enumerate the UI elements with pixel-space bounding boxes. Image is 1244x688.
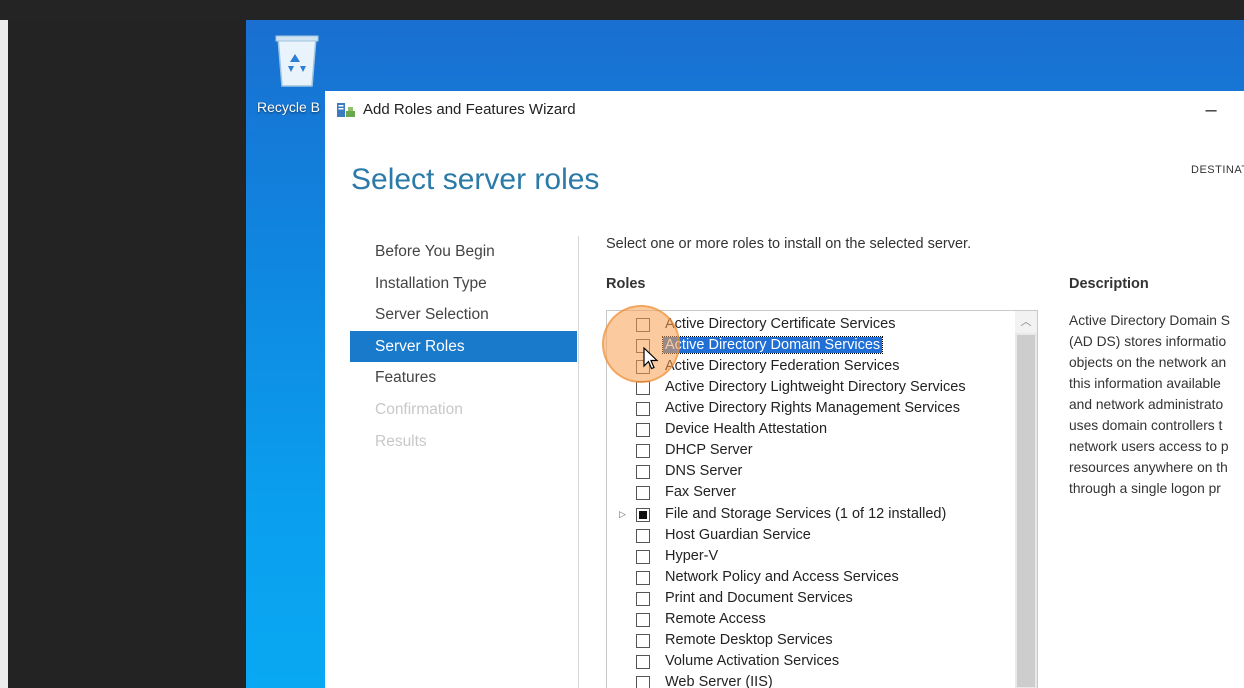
role-label[interactable]: Print and Document Services bbox=[663, 590, 855, 606]
mouse-pointer-icon bbox=[643, 347, 659, 370]
role-label[interactable]: Active Directory Federation Services bbox=[663, 358, 902, 374]
role-label[interactable]: Hyper-V bbox=[663, 548, 720, 564]
role-label[interactable]: Active Directory Rights Management Servi… bbox=[663, 400, 962, 416]
role-row-ad-rights[interactable]: Active Directory Rights Management Servi… bbox=[607, 399, 1007, 420]
destination-server-label: DESTINAT bbox=[1191, 164, 1244, 176]
description-line: uses domain controllers t bbox=[1069, 418, 1223, 433]
nav-divider bbox=[578, 236, 579, 688]
scrollbar-thumb[interactable] bbox=[1017, 335, 1035, 687]
recycle-bin-label[interactable]: Recycle B bbox=[257, 99, 327, 115]
role-row-remote-desktop[interactable]: Remote Desktop Services bbox=[607, 631, 1007, 652]
description-header: Description bbox=[1069, 276, 1149, 292]
page-title: Select server roles bbox=[351, 163, 600, 196]
nav-item-server-roles[interactable]: Server Roles bbox=[350, 330, 577, 363]
role-checkbox[interactable] bbox=[636, 592, 650, 606]
role-checkbox[interactable] bbox=[636, 465, 650, 479]
nav-item-installation-type[interactable]: Installation Type bbox=[350, 268, 577, 300]
role-label[interactable]: DNS Server bbox=[663, 463, 744, 479]
description-line: and network administrato bbox=[1069, 397, 1224, 412]
description-line: resources anywhere on th bbox=[1069, 460, 1228, 475]
role-row-network-policy[interactable]: Network Policy and Access Services bbox=[607, 568, 1007, 589]
role-checkbox[interactable] bbox=[636, 550, 650, 564]
title-bar[interactable]: Add Roles and Features Wizard – bbox=[325, 91, 1244, 130]
nav-item-results: Results bbox=[375, 432, 427, 450]
role-label[interactable]: File and Storage Services (1 of 12 insta… bbox=[663, 506, 948, 522]
description-line: through a single logon pr bbox=[1069, 481, 1221, 496]
wizard-nav: Before You Begin Installation Type Serve… bbox=[350, 236, 577, 457]
left-dark-panel bbox=[0, 20, 246, 688]
wizard-window: Add Roles and Features Wizard – Select s… bbox=[325, 91, 1244, 688]
role-row-device-health[interactable]: Device Health Attestation bbox=[607, 420, 1007, 441]
roles-scrollbar[interactable]: ︿ bbox=[1015, 311, 1037, 688]
role-row-dhcp[interactable]: DHCP Server bbox=[607, 441, 1007, 462]
role-row-web-server[interactable]: Web Server (IIS) bbox=[607, 673, 1007, 688]
role-row-remote-access[interactable]: Remote Access bbox=[607, 610, 1007, 631]
description-text: Active Directory Domain S (AD DS) stores… bbox=[1069, 310, 1244, 499]
role-checkbox[interactable] bbox=[636, 529, 650, 543]
role-checkbox[interactable] bbox=[636, 381, 650, 395]
description-line: this information available bbox=[1069, 376, 1221, 391]
minimize-button[interactable]: – bbox=[1199, 97, 1223, 123]
role-label[interactable]: Device Health Attestation bbox=[663, 421, 829, 437]
instruction-text: Select one or more roles to install on t… bbox=[606, 236, 972, 252]
description-line: Active Directory Domain S bbox=[1069, 313, 1231, 328]
click-highlight-indicator bbox=[602, 305, 680, 383]
nav-item-before-you-begin[interactable]: Before You Begin bbox=[350, 236, 577, 268]
description-line: objects on the network an bbox=[1069, 355, 1227, 370]
role-checkbox[interactable] bbox=[636, 613, 650, 627]
role-label[interactable]: Fax Server bbox=[663, 484, 738, 500]
nav-item-features[interactable]: Features bbox=[350, 362, 577, 394]
role-label[interactable]: Network Policy and Access Services bbox=[663, 569, 901, 585]
role-label[interactable]: Host Guardian Service bbox=[663, 527, 813, 543]
role-checkbox[interactable] bbox=[636, 655, 650, 669]
role-label[interactable]: DHCP Server bbox=[663, 442, 755, 458]
role-label[interactable]: Active Directory Certificate Services bbox=[663, 316, 897, 332]
server-manager-icon bbox=[337, 103, 355, 117]
description-line: network users access to p bbox=[1069, 439, 1229, 454]
role-label[interactable]: Active Directory Lightweight Directory S… bbox=[663, 379, 968, 395]
role-row-host-guardian[interactable]: Host Guardian Service bbox=[607, 526, 1007, 547]
nav-item-confirmation: Confirmation bbox=[375, 400, 463, 418]
role-checkbox[interactable] bbox=[636, 634, 650, 648]
role-checkbox[interactable] bbox=[636, 423, 650, 437]
role-label[interactable]: Web Server (IIS) bbox=[663, 674, 775, 688]
role-row-file-storage[interactable]: ▷ File and Storage Services (1 of 12 ins… bbox=[607, 505, 1007, 526]
role-row-hyper-v[interactable]: Hyper-V bbox=[607, 547, 1007, 568]
top-bar bbox=[0, 0, 1244, 20]
role-label[interactable]: Remote Access bbox=[663, 611, 768, 627]
expand-triangle-icon[interactable]: ▷ bbox=[619, 509, 626, 520]
roles-header: Roles bbox=[606, 276, 646, 292]
window-title: Add Roles and Features Wizard bbox=[363, 101, 576, 118]
role-checkbox[interactable] bbox=[636, 676, 650, 688]
role-checkbox[interactable] bbox=[636, 571, 650, 585]
nav-item-server-selection[interactable]: Server Selection bbox=[350, 299, 577, 331]
role-row-volume-activation[interactable]: Volume Activation Services bbox=[607, 652, 1007, 673]
recycle-bin-icon[interactable] bbox=[272, 32, 322, 88]
role-row-print-document[interactable]: Print and Document Services bbox=[607, 589, 1007, 610]
role-checkbox[interactable] bbox=[636, 402, 650, 416]
description-line: (AD DS) stores informatio bbox=[1069, 334, 1227, 349]
role-label[interactable]: Volume Activation Services bbox=[663, 653, 841, 669]
role-label[interactable]: Remote Desktop Services bbox=[663, 632, 835, 648]
role-checkbox[interactable] bbox=[636, 508, 650, 522]
role-row-ad-lightweight[interactable]: Active Directory Lightweight Directory S… bbox=[607, 378, 1007, 399]
left-edge bbox=[0, 0, 8, 688]
role-checkbox[interactable] bbox=[636, 444, 650, 458]
role-label[interactable]: Active Directory Domain Services bbox=[661, 336, 884, 354]
role-row-fax[interactable]: Fax Server bbox=[607, 483, 1007, 504]
role-row-dns[interactable]: DNS Server bbox=[607, 462, 1007, 483]
role-checkbox[interactable] bbox=[636, 486, 650, 500]
scroll-up-icon[interactable]: ︿ bbox=[1015, 311, 1037, 333]
